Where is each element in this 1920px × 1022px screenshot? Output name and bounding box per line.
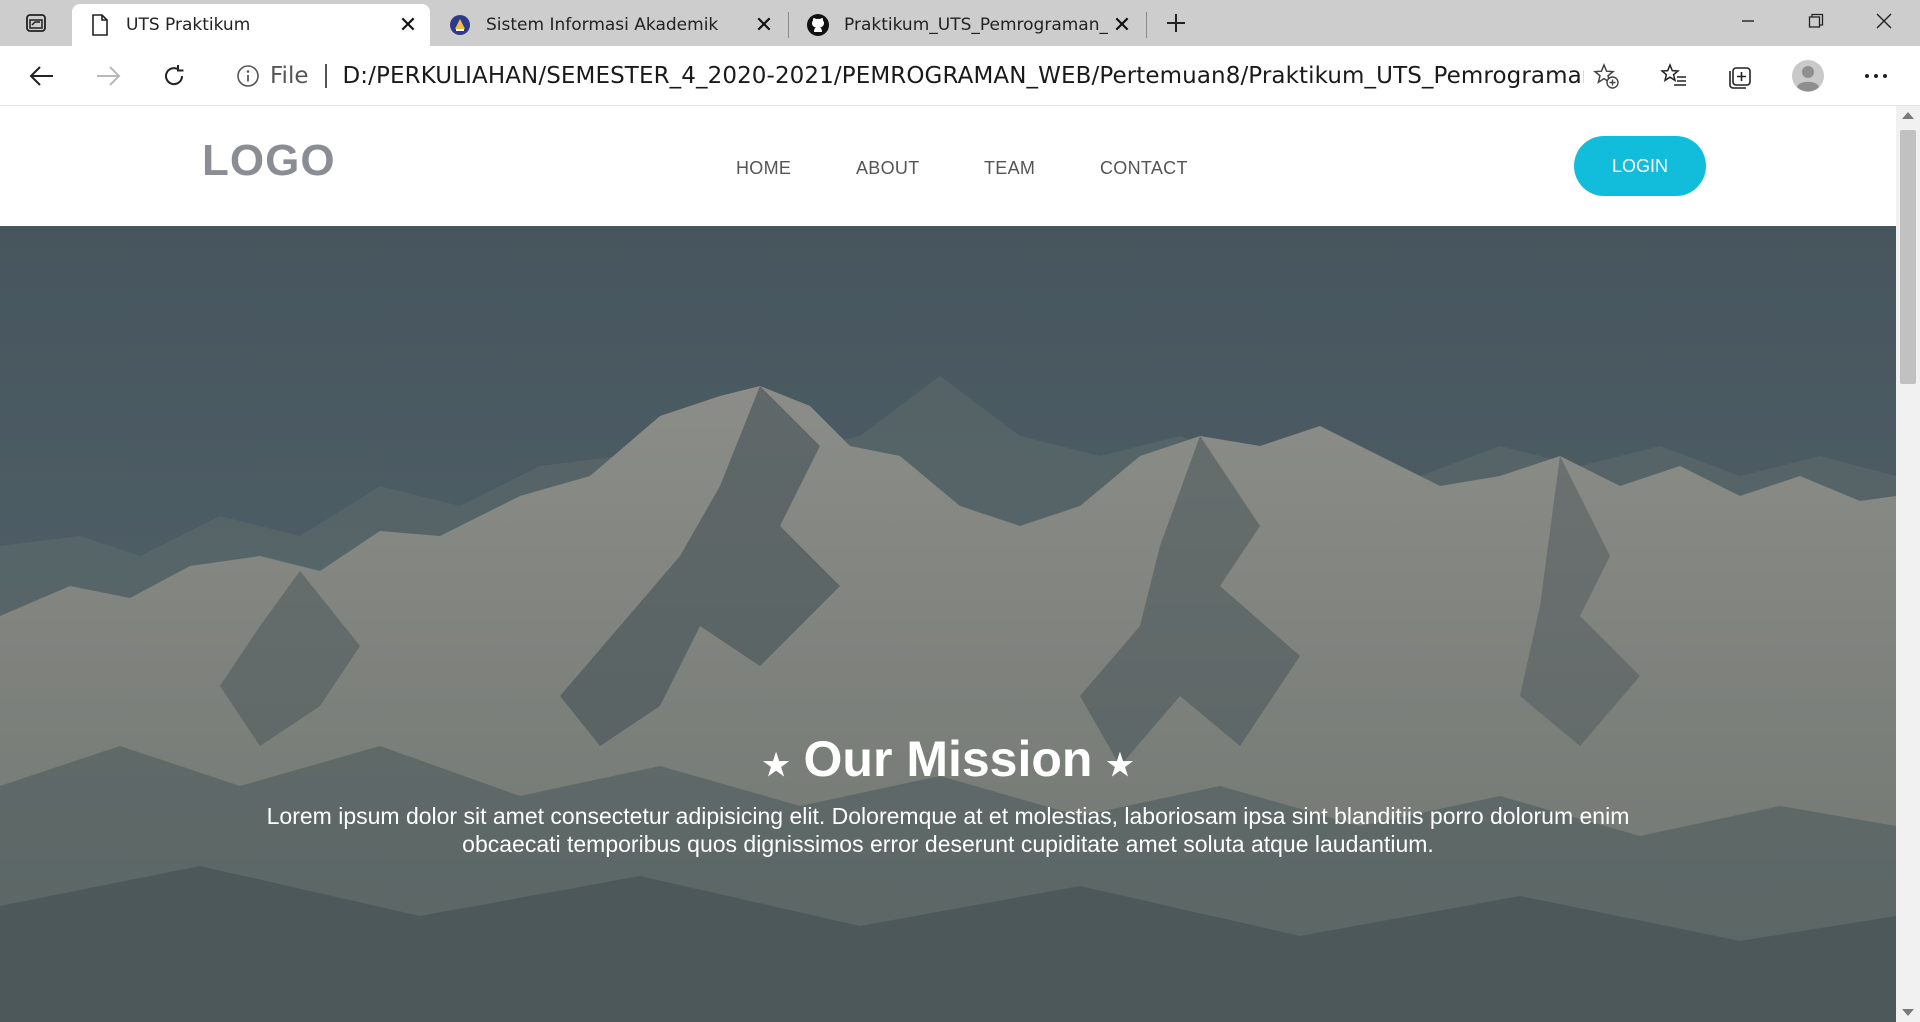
forward-button[interactable]	[88, 56, 128, 96]
nav-team[interactable]: TEAM	[984, 158, 1035, 179]
nav-home[interactable]: HOME	[736, 158, 791, 179]
scroll-down-arrow-icon[interactable]	[1902, 1009, 1914, 1016]
refresh-icon	[165, 65, 184, 86]
info-icon[interactable]	[236, 64, 260, 88]
plus-icon	[1167, 14, 1185, 32]
tab-github-repo[interactable]: Praktikum_UTS_Pemrograman_W ✕	[790, 4, 1144, 46]
nav-about[interactable]: ABOUT	[856, 158, 920, 179]
url-scheme-label: File	[270, 63, 309, 89]
restore-button[interactable]	[1782, 0, 1850, 42]
tab-separator	[788, 12, 789, 38]
tab-title: Praktikum_UTS_Pemrograman_W	[844, 15, 1108, 35]
close-icon	[1876, 13, 1892, 29]
tab-strip: UTS Praktikum ✕ Sistem Informasi Akademi…	[0, 0, 1920, 46]
new-tab-button[interactable]	[1160, 8, 1192, 38]
vertical-scrollbar[interactable]	[1896, 106, 1920, 1022]
hero-title: ★ Our Mission ★	[0, 730, 1896, 788]
add-favorite-icon[interactable]	[1584, 54, 1628, 98]
favorites-button[interactable]	[1654, 56, 1694, 96]
restore-icon	[1808, 13, 1824, 28]
refresh-button[interactable]	[154, 56, 194, 96]
tab-title: Sistem Informasi Akademik	[486, 15, 719, 35]
close-tab-icon[interactable]: ✕	[1108, 11, 1136, 39]
favorites-list-icon	[1660, 63, 1686, 86]
settings-menu-button[interactable]	[1856, 56, 1896, 96]
nav-contact[interactable]: CONTACT	[1100, 158, 1188, 179]
forward-arrow-icon	[97, 66, 121, 86]
star-icon: ★	[1106, 748, 1134, 782]
tab-title: UTS Praktikum	[126, 15, 251, 35]
address-bar[interactable]: File D:/PERKULIAHAN/SEMESTER_4_2020-2021…	[216, 53, 1632, 99]
collections-icon	[1729, 67, 1751, 89]
profile-button[interactable]	[1788, 56, 1828, 96]
star-icon: ★	[762, 748, 790, 782]
back-arrow-icon	[29, 66, 53, 86]
login-button[interactable]: LOGIN	[1574, 136, 1706, 196]
page-icon	[88, 13, 112, 37]
url-text[interactable]: D:/PERKULIAHAN/SEMESTER_4_2020-2021/PEMR…	[343, 63, 1585, 89]
scrollbar-thumb[interactable]	[1900, 130, 1916, 384]
scroll-up-arrow-icon[interactable]	[1902, 112, 1914, 119]
page-viewport: LOGO HOME ABOUT TEAM CONTACT LOGIN ★ Our…	[0, 106, 1896, 1022]
hero-title-text: Our Mission	[803, 731, 1093, 787]
collections-button[interactable]	[1720, 56, 1760, 96]
university-crest-icon	[448, 13, 472, 37]
tab-actions-icon	[26, 14, 46, 32]
close-tab-icon[interactable]: ✕	[750, 11, 778, 39]
mountain-background-image	[0, 226, 1896, 1022]
workspaces-button[interactable]	[14, 7, 58, 39]
site-navbar: LOGO HOME ABOUT TEAM CONTACT LOGIN	[0, 106, 1896, 226]
browser-toolbar: File D:/PERKULIAHAN/SEMESTER_4_2020-2021…	[0, 46, 1920, 106]
close-window-button[interactable]	[1850, 0, 1918, 42]
back-button[interactable]	[22, 56, 62, 96]
minimize-icon	[1742, 20, 1754, 22]
avatar-icon	[1792, 60, 1824, 92]
tab-sistem-informasi-akademik[interactable]: Sistem Informasi Akademik ✕	[432, 4, 786, 46]
more-dots-icon	[1865, 74, 1887, 78]
minimize-button[interactable]	[1714, 0, 1782, 42]
hero-description: Lorem ipsum dolor sit amet consectetur a…	[266, 803, 1630, 857]
tab-uts-praktikum[interactable]: UTS Praktikum ✕	[72, 4, 430, 46]
tab-separator	[1146, 12, 1147, 38]
hero-section: ★ Our Mission ★ Lorem ipsum dolor sit am…	[0, 226, 1896, 1022]
close-tab-icon[interactable]: ✕	[394, 11, 422, 39]
site-logo[interactable]: LOGO	[202, 136, 336, 186]
address-divider	[324, 64, 327, 88]
github-icon	[806, 13, 830, 37]
